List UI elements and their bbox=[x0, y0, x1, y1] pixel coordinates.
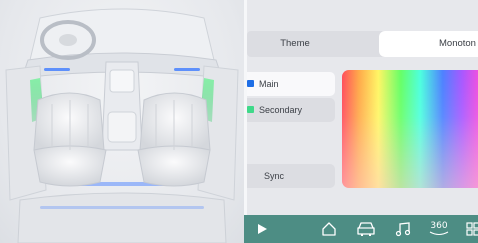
zone-main-button[interactable]: Main bbox=[247, 72, 335, 96]
zone-secondary-label: Secondary bbox=[259, 105, 303, 115]
view-360-button[interactable]: 360 bbox=[426, 215, 452, 243]
car-interior-render bbox=[0, 0, 244, 243]
tab-monotone[interactable]: Monoton bbox=[379, 31, 478, 57]
color-picker-spectrum[interactable] bbox=[342, 70, 478, 188]
ambient-light-settings-panel: Theme Monoton Main Secondary Sync bbox=[247, 0, 478, 243]
music-button[interactable] bbox=[392, 215, 414, 243]
car-icon bbox=[357, 222, 375, 236]
home-icon bbox=[322, 222, 336, 236]
apps-grid-button[interactable] bbox=[466, 215, 478, 243]
play-button[interactable] bbox=[252, 215, 272, 243]
bottom-dock: 360 bbox=[244, 215, 478, 243]
home-button[interactable] bbox=[318, 215, 340, 243]
car-button[interactable] bbox=[354, 215, 378, 243]
play-icon bbox=[258, 224, 267, 234]
tab-theme[interactable]: Theme bbox=[247, 31, 343, 57]
360-view-icon: 360 bbox=[430, 221, 448, 231]
car-interior-illustration bbox=[5, 8, 239, 243]
zone-main-label: Main bbox=[259, 79, 279, 89]
main-color-swatch bbox=[247, 80, 254, 87]
sync-button[interactable]: Sync bbox=[247, 164, 335, 188]
mode-tab-bar: Theme Monoton bbox=[247, 31, 478, 57]
secondary-color-swatch bbox=[247, 106, 254, 113]
grid-icon bbox=[466, 222, 478, 236]
music-note-icon bbox=[395, 222, 411, 237]
360-arc-icon bbox=[429, 231, 449, 236]
zone-secondary-button[interactable]: Secondary bbox=[247, 98, 335, 122]
